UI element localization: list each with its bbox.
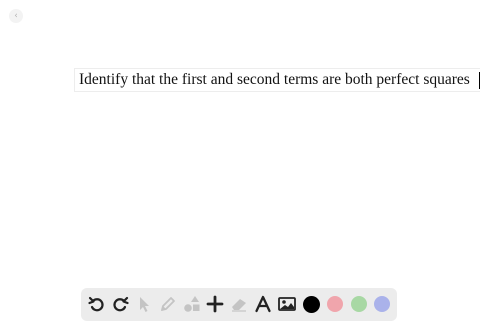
color-pink-swatch[interactable] <box>327 296 343 312</box>
color-blue-swatch[interactable] <box>374 296 390 312</box>
pointer-icon[interactable] <box>134 294 154 314</box>
drawing-toolbar <box>81 288 397 321</box>
image-icon[interactable] <box>277 294 297 314</box>
shapes-icon[interactable] <box>182 294 202 314</box>
back-button[interactable]: ‹ <box>9 9 23 23</box>
color-black-swatch[interactable] <box>303 295 320 313</box>
undo-icon[interactable] <box>87 294 107 314</box>
chevron-left-icon: ‹ <box>14 11 18 21</box>
color-green-swatch[interactable] <box>351 296 367 312</box>
redo-icon[interactable] <box>110 294 130 314</box>
canvas-text: Identify that the first and second terms… <box>79 71 470 88</box>
text-icon[interactable] <box>253 294 273 314</box>
pen-icon[interactable] <box>158 294 178 314</box>
canvas-text-box[interactable]: Identify that the first and second terms… <box>74 68 480 92</box>
eraser-icon[interactable] <box>229 294 249 314</box>
add-icon[interactable] <box>205 294 225 314</box>
